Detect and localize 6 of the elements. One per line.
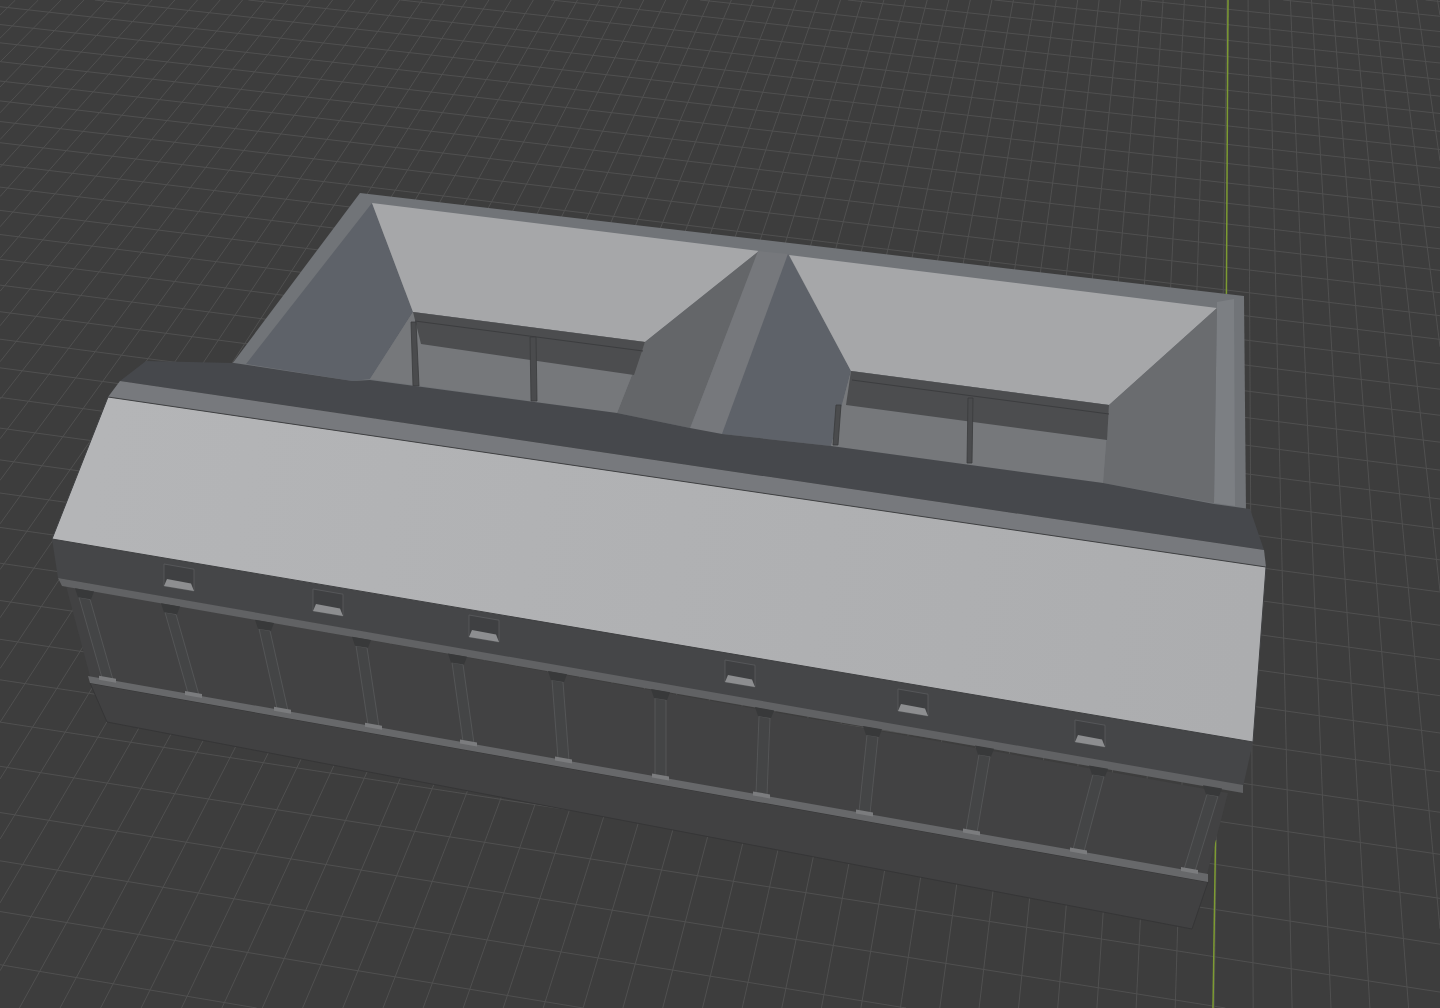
vent bbox=[724, 659, 756, 688]
vent bbox=[163, 563, 195, 592]
vent bbox=[312, 588, 344, 617]
vent bbox=[897, 688, 929, 717]
vent bbox=[1074, 719, 1106, 748]
vent bbox=[468, 614, 500, 643]
